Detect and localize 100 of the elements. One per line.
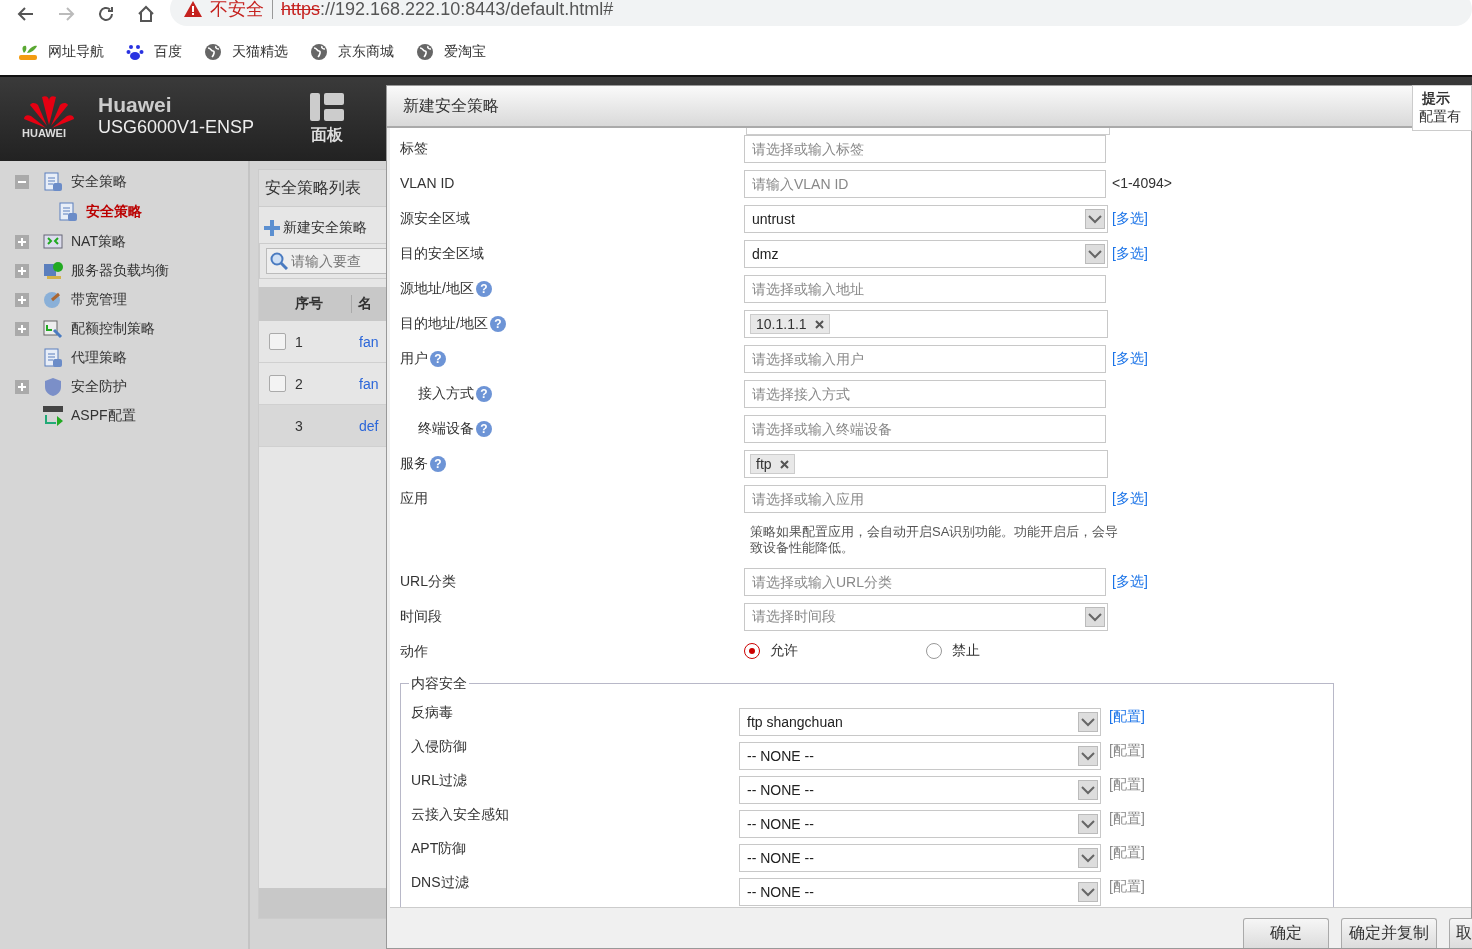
- range-hint: <1-4094>: [1112, 175, 1172, 191]
- globe-icon: [204, 42, 222, 61]
- dropdown[interactable]: -- NONE --: [739, 878, 1101, 906]
- field-label: APT防御: [411, 840, 468, 858]
- field-label: 目的安全区域: [400, 245, 484, 263]
- home-icon[interactable]: [136, 4, 156, 24]
- tree-item[interactable]: 代理策略: [71, 348, 127, 367]
- security-label: 不安全: [210, 0, 264, 21]
- dialog-button[interactable]: 确定: [1243, 918, 1329, 948]
- radio-button[interactable]: [744, 643, 760, 659]
- tag-input[interactable]: 10.1.1.1: [744, 310, 1108, 338]
- server-icon: [43, 260, 63, 281]
- field-label: 接入方式: [418, 385, 474, 403]
- brand-name: Huawei: [98, 92, 173, 117]
- dialog-button[interactable]: 确定并复制: [1341, 918, 1437, 948]
- multi-select-link[interactable]: [多选]: [1112, 210, 1148, 228]
- expand-icon[interactable]: [15, 379, 29, 394]
- hint-text: 策略如果配置应用，会自动开启SA识别功能。功能开启后，会导致设备性能降低。: [750, 524, 1120, 556]
- tip-text: 配置有: [1419, 108, 1462, 126]
- field-label: 动作: [400, 643, 428, 661]
- dropdown[interactable]: -- NONE --: [739, 844, 1101, 872]
- input-field[interactable]: 请输入VLAN ID: [744, 170, 1106, 198]
- expand-icon[interactable]: [15, 234, 29, 249]
- tree-item[interactable]: 安全策略: [71, 172, 127, 191]
- dropdown[interactable]: dmz: [744, 240, 1108, 268]
- warning-icon: [184, 1, 202, 17]
- tree-item[interactable]: 带宽管理: [71, 290, 127, 309]
- table-cell-text: 1: [295, 333, 304, 350]
- expand-icon[interactable]: [15, 263, 29, 278]
- globe-icon: [416, 42, 434, 61]
- tree-item[interactable]: 安全防护: [71, 377, 127, 396]
- input-field[interactable]: 请选择或输入用户: [744, 345, 1106, 373]
- tag-input[interactable]: ftp: [744, 450, 1108, 478]
- plus-icon: [263, 219, 281, 237]
- field-label: 标签: [400, 140, 428, 158]
- dropdown[interactable]: -- NONE --: [739, 776, 1101, 804]
- shield-icon: [43, 376, 63, 397]
- radio-button[interactable]: [926, 643, 942, 659]
- policy-link[interactable]: def: [359, 417, 379, 434]
- reload-icon[interactable]: [96, 4, 116, 24]
- dialog-button[interactable]: 取: [1449, 918, 1472, 948]
- field-label: 应用: [400, 490, 428, 508]
- bookmark[interactable]: 天猫精选: [232, 42, 288, 61]
- policy-link[interactable]: fan: [359, 333, 379, 350]
- dropdown[interactable]: -- NONE --: [739, 810, 1101, 838]
- input-field[interactable]: 请选择或输入应用: [744, 485, 1106, 513]
- radio-label: 允许: [770, 642, 798, 660]
- tree-item[interactable]: 配额控制策略: [71, 319, 155, 338]
- checkbox[interactable]: [268, 375, 286, 392]
- bookmark[interactable]: 爱淘宝: [444, 42, 486, 61]
- expand-icon[interactable]: [15, 292, 29, 307]
- field-label: URL分类: [400, 573, 456, 591]
- dropdown[interactable]: -- NONE --: [739, 742, 1101, 770]
- input-field[interactable]: 请选择或输入终端设备: [744, 415, 1106, 443]
- document-icon: [43, 347, 63, 368]
- field-label: DNS过滤: [411, 874, 470, 892]
- input-field[interactable]: 请选择或输入标签: [744, 135, 1106, 163]
- bookmark[interactable]: 网址导航: [48, 42, 104, 61]
- tree-item[interactable]: ASPF配置: [71, 406, 136, 425]
- multi-select-link[interactable]: [多选]: [1112, 245, 1148, 263]
- field-label: 终端设备: [418, 420, 474, 438]
- collapse-icon[interactable]: [15, 174, 29, 189]
- tree-item[interactable]: NAT策略: [71, 232, 126, 251]
- input-field[interactable]: 请选择或输入URL分类: [744, 568, 1106, 596]
- document-icon: [43, 171, 63, 192]
- multi-select-link[interactable]: [多选]: [1112, 490, 1148, 508]
- tip-title: 提示: [1421, 90, 1451, 108]
- policy-link[interactable]: fan: [359, 375, 379, 392]
- group-legend: 内容安全: [409, 675, 469, 693]
- new-policy-button[interactable]: 新建安全策略: [259, 207, 387, 243]
- tree-item[interactable]: 安全策略: [86, 202, 142, 221]
- config-link[interactable]: [配置]: [1101, 704, 1145, 726]
- remove-icon[interactable]: [779, 459, 789, 469]
- field-label: 反病毒: [411, 704, 454, 722]
- radio-label: 禁止: [952, 642, 980, 660]
- bookmark[interactable]: 京东商城: [338, 42, 394, 61]
- field-label: 目的地址/地区: [400, 315, 488, 333]
- field-label: 源地址/地区: [400, 280, 474, 298]
- address-bar[interactable]: 不安全 https://192.168.222.10:8443/default.html#: [170, 0, 1472, 26]
- multi-select-link[interactable]: [多选]: [1112, 573, 1148, 591]
- input-field[interactable]: 请选择接入方式: [744, 380, 1106, 408]
- checkbox[interactable]: [268, 333, 286, 350]
- field-label: 入侵防御: [411, 738, 468, 756]
- table-row[interactable]: 3 def: [259, 405, 387, 447]
- multi-select-link[interactable]: [多选]: [1112, 350, 1148, 368]
- field-label: VLAN ID: [400, 175, 455, 191]
- logo-text: HUAWEI: [22, 127, 66, 139]
- table-cell-text: 3: [295, 417, 304, 434]
- dropdown[interactable]: 请选择时间段: [744, 603, 1108, 631]
- tag-label: ftp: [756, 456, 772, 472]
- tree-item[interactable]: 服务器负载均衡: [71, 261, 169, 280]
- bookmark[interactable]: 百度: [154, 42, 182, 61]
- remove-icon[interactable]: [814, 319, 824, 329]
- input-field[interactable]: 请选择或输入地址: [744, 275, 1106, 303]
- dropdown[interactable]: ftp shangchuan: [739, 708, 1101, 736]
- expand-icon[interactable]: [15, 321, 29, 336]
- search-field[interactable]: 请输入要查: [266, 248, 387, 274]
- dashboard-tab[interactable]: 面板: [310, 92, 345, 146]
- dropdown[interactable]: untrust: [744, 205, 1108, 233]
- arrow-icon: [43, 405, 63, 426]
